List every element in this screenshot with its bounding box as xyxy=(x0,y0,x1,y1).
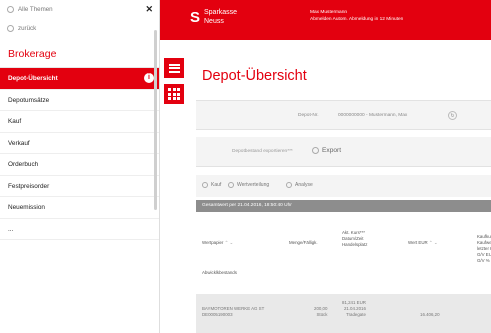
sidebar-scrollbar[interactable] xyxy=(154,30,157,210)
sort-icon: ⌃ ⌄ xyxy=(428,240,438,245)
export-button-label: Export xyxy=(322,147,342,154)
buy-action[interactable]: Kauf xyxy=(202,182,221,188)
close-icon[interactable]: ✕ xyxy=(145,4,153,14)
brand-line-2: Neuss xyxy=(204,18,224,25)
table-row[interactable]: BAYMOTOREN WERKE AG ST DE0005190003 200,… xyxy=(196,294,491,333)
main-content: Depot-Übersicht Depot-Nr. 0000000000 - M… xyxy=(190,40,491,333)
col-price[interactable]: Akt. Kurs*** Datum/Zeit Handelsplatz xyxy=(342,230,367,248)
brand-line-1: Sparkasse xyxy=(204,9,238,16)
export-label: Depotbestand exportieren*** xyxy=(232,149,293,154)
refresh-icon[interactable]: ↻ xyxy=(448,111,457,120)
sidebar-item-more[interactable]: ... xyxy=(0,219,159,240)
user-name: Max Mustermann xyxy=(310,10,348,15)
logout-link[interactable]: Abmelden Autom. Abmeldung in 12 Minuten xyxy=(310,16,403,23)
all-topics-link[interactable]: Alle Themen ✕ xyxy=(0,0,159,18)
cell-quantity: 200,00 Stück xyxy=(314,306,328,317)
table-header: Wertpapier ⌃ ⌄ Menge/Fälligk. Akt. Kurs*… xyxy=(196,214,491,286)
col-value[interactable]: Wert EUR ⌃ ⌄ xyxy=(408,240,438,246)
sidebar-item-orderbuch[interactable]: Orderbuch xyxy=(0,154,159,176)
analysis-action[interactable]: Analyse xyxy=(286,182,313,188)
col-value-label: Wert EUR xyxy=(408,240,428,245)
info-icon[interactable]: i xyxy=(144,73,154,83)
export-icon xyxy=(312,147,319,154)
actions-row: Kauf Wertverteilung Analyse xyxy=(196,175,491,197)
sparkasse-logo-icon: S xyxy=(190,9,201,26)
col-custody: Abwicklkbestands xyxy=(202,270,237,275)
all-topics-label: Alle Themen xyxy=(18,5,53,13)
brand-name: Sparkasse Neuss xyxy=(204,8,237,26)
export-row: Depotbestand exportieren*** Export xyxy=(196,137,491,167)
buy-action-label: Kauf xyxy=(211,182,222,188)
user-info: Max Mustermann Abmelden Autom. Abmeldung… xyxy=(310,9,403,23)
cell-value: 16.406,20 xyxy=(420,312,440,317)
back-link[interactable]: zurück xyxy=(0,20,159,36)
sidebar-item-verkauf[interactable]: Verkauf xyxy=(0,133,159,154)
col-security-label: Wertpapier xyxy=(202,240,224,245)
sidebar-item-neuemission[interactable]: Neuemission xyxy=(0,197,159,219)
cell-price: 81,241 EUR 21.04.2016 Tradegate xyxy=(342,300,366,317)
col-quantity[interactable]: Menge/Fälligk. xyxy=(289,240,318,246)
menu-icon[interactable] xyxy=(164,58,184,78)
cell-security[interactable]: BAYMOTOREN WERKE AG ST DE0005190003 xyxy=(202,306,264,318)
col-purchase-info: Kaufkurs Kaufwert letzter Kauf G/V EUR G… xyxy=(477,234,491,263)
app-grid-icon[interactable] xyxy=(164,84,184,104)
sidebar-item-kauf[interactable]: Kauf xyxy=(0,111,159,133)
page-title: Depot-Übersicht xyxy=(202,68,307,84)
analysis-action-label: Analyse xyxy=(295,182,313,188)
depot-value[interactable]: 0000000000 - Mustermann, Max xyxy=(338,113,407,118)
sidebar-item-depotumsaetze[interactable]: Depotumsätze xyxy=(0,90,159,111)
col-security[interactable]: Wertpapier ⌃ ⌄ xyxy=(202,240,233,246)
back-label: zurück xyxy=(18,24,37,32)
analysis-icon xyxy=(286,182,292,188)
sort-icon: ⌃ ⌄ xyxy=(224,240,234,245)
depot-label: Depot-Nr. xyxy=(298,113,319,118)
back-arrow-icon xyxy=(7,24,14,32)
distribution-action[interactable]: Wertverteilung xyxy=(228,182,269,188)
timestamp-bar: Gesamtwert per 21.04.2016, 18:50:40 Uhr xyxy=(196,200,491,212)
sidebar-item-label: Depot-Übersicht xyxy=(8,75,58,82)
distribution-action-label: Wertverteilung xyxy=(237,182,270,188)
sidebar-item-depot-uebersicht[interactable]: Depot-Übersicht i xyxy=(0,68,159,90)
buy-icon xyxy=(202,182,208,188)
section-title: Brokerage xyxy=(0,40,159,68)
sidebar-nav: Alle Themen ✕ zurück Brokerage Depot-Übe… xyxy=(0,0,160,333)
header-bar: S Sparkasse Neuss Max Mustermann Abmelde… xyxy=(160,0,491,40)
circle-arrow-icon xyxy=(7,5,14,13)
pie-icon xyxy=(228,182,234,188)
depot-selector[interactable]: Depot-Nr. 0000000000 - Mustermann, Max ↻ xyxy=(196,100,491,130)
export-button[interactable]: Export xyxy=(312,147,341,154)
sidebar-item-festpreisorder[interactable]: Festpreisorder xyxy=(0,176,159,197)
